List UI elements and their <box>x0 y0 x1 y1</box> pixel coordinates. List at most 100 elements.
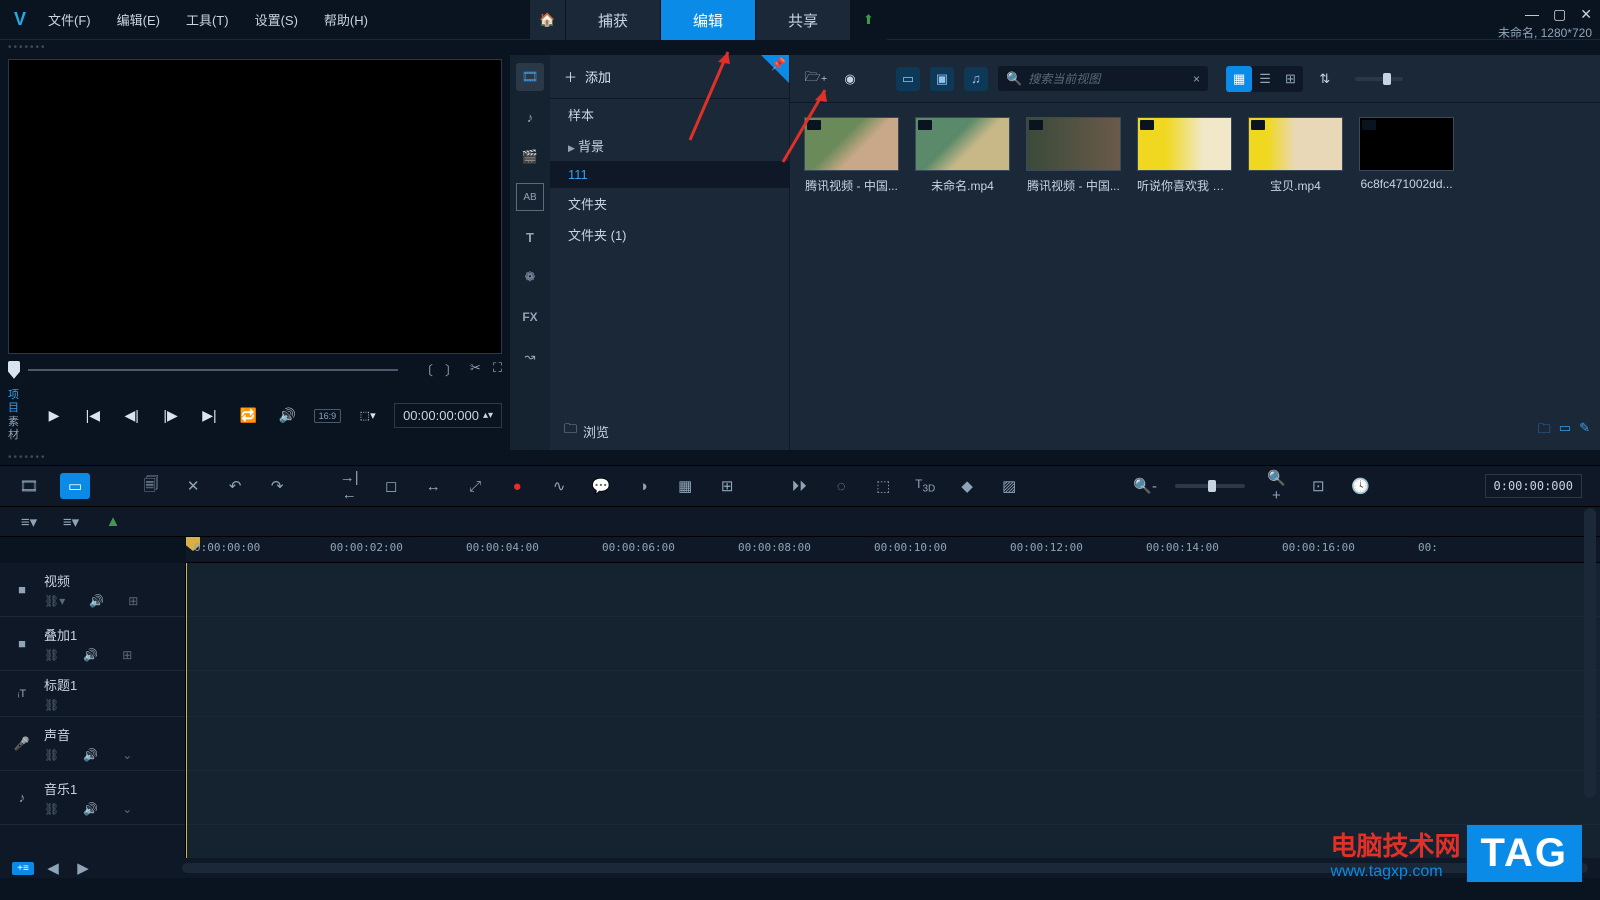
expand-icon[interactable]: ⌄ <box>122 802 132 816</box>
lib-edit-icon[interactable]: ✎ <box>1579 420 1590 442</box>
overlay-button[interactable]: ◑ <box>632 478 654 495</box>
tree-sample[interactable]: 样本 <box>550 99 789 130</box>
link-icon[interactable]: ⛓ <box>44 648 59 662</box>
menu-settings[interactable]: 设置(S) <box>245 6 308 33</box>
zoom-slider[interactable] <box>1175 484 1245 488</box>
overlay-track-icon[interactable]: ■ <box>10 636 34 651</box>
menu-tools[interactable]: 工具(T) <box>176 6 239 33</box>
loop-button[interactable]: 🔁 <box>236 402 261 430</box>
scroll-left-button[interactable]: ◀ <box>42 859 64 877</box>
view-thumb-button[interactable]: ▦ <box>1226 66 1252 92</box>
tree-folder[interactable]: 文件夹 <box>550 188 789 219</box>
add-media-button[interactable]: ＋添加 <box>550 55 789 99</box>
home-tab[interactable]: 🏠 <box>530 0 566 40</box>
track-opt3[interactable]: ▲ <box>102 513 124 530</box>
speed-button[interactable]: ⏵⏵ <box>788 478 810 495</box>
play-button[interactable]: ▶ <box>42 402 67 430</box>
add-track-button[interactable]: +≡ <box>12 862 34 875</box>
transition-panel-button[interactable]: 🎬 <box>516 143 544 171</box>
mask-button[interactable]: ◆ <box>956 477 978 495</box>
close-button[interactable]: ✕ <box>1578 4 1594 25</box>
goto-start-button[interactable]: |◀ <box>80 402 105 430</box>
goto-end-button[interactable]: ▶| <box>197 402 222 430</box>
link-icon[interactable]: ⛓▾ <box>44 594 65 608</box>
scrub-track[interactable] <box>28 369 398 371</box>
lock-icon[interactable]: ⊞ <box>128 594 138 608</box>
thumb-size-slider[interactable] <box>1355 77 1403 81</box>
copy-attr-button[interactable]: 🗐 <box>140 474 162 499</box>
subtitle-button[interactable]: 💬 <box>590 477 612 495</box>
lib-folder-icon[interactable]: 🗀 <box>1538 420 1551 442</box>
mute-icon[interactable]: 🔊 <box>89 594 104 608</box>
color-button[interactable]: ▨ <box>998 477 1020 495</box>
link-icon[interactable]: ⛓ <box>44 802 59 816</box>
storyboard-view-button[interactable]: 🎞 <box>18 477 40 495</box>
undo-button[interactable]: ↶ <box>224 477 246 495</box>
fx-panel-button[interactable]: FX <box>516 303 544 331</box>
media-item[interactable]: 腾讯视频 - 中国... <box>804 117 899 194</box>
scroll-right-button[interactable]: ▶ <box>72 859 94 877</box>
scrub-marker[interactable] <box>8 361 20 379</box>
3d-title-button[interactable]: T3D <box>914 477 936 494</box>
timeline-view-button[interactable]: ▭ <box>60 473 90 499</box>
filter-audio-button[interactable]: ♫ <box>964 67 988 91</box>
volume-button[interactable]: 🔊 <box>275 402 300 430</box>
track-video[interactable]: ■ 视频⛓▾🔊⊞ <box>0 563 185 617</box>
tree-folder-1[interactable]: 文件夹 (1) <box>550 219 789 250</box>
link-icon[interactable]: ⛓ <box>44 748 59 762</box>
resize-button[interactable]: ⤢ <box>464 478 486 495</box>
timeline-ruler[interactable]: 0:00:00:00 00:00:02:00 00:00:04:00 00:00… <box>186 537 1600 563</box>
capture-snapshot-button[interactable]: ◉ <box>838 67 862 91</box>
prev-frame-button[interactable]: ◀| <box>119 402 144 430</box>
fit-clip-button[interactable]: →|← <box>338 469 360 503</box>
drag-handle-mid[interactable]: ••••••• <box>0 450 1600 465</box>
media-item[interactable]: 未命名.mp4 <box>915 117 1010 194</box>
media-item[interactable]: 6c8fc471002dd... <box>1359 117 1454 194</box>
view-list-button[interactable]: ☰ <box>1252 66 1278 92</box>
filter-video-button[interactable]: ▭ <box>896 67 920 91</box>
tree-background[interactable]: ▶背景 <box>550 130 789 161</box>
search-input[interactable]: 🔍 搜索当前视图 × <box>998 66 1208 91</box>
resize-preview-icon[interactable]: ⬚▾ <box>355 402 380 430</box>
track-opt1[interactable]: ≡▾ <box>18 513 40 531</box>
audio-panel-button[interactable]: ♪ <box>516 103 544 131</box>
mark-in-icon[interactable]: 〔 <box>420 360 433 379</box>
drag-handle[interactable]: ••••••• <box>0 40 1600 55</box>
text-panel-button[interactable]: T <box>516 223 544 251</box>
media-item[interactable]: 听说你喜欢我 第... <box>1137 117 1232 194</box>
maximize-button[interactable]: ▢ <box>1551 4 1568 25</box>
audio-mix-button[interactable]: ∿ <box>548 477 570 495</box>
split-icon[interactable]: ✂ <box>470 360 481 379</box>
mute-icon[interactable]: 🔊 <box>83 802 98 816</box>
redo-button[interactable]: ↷ <box>266 477 288 495</box>
fit-timeline-button[interactable]: ⊡ <box>1307 477 1329 495</box>
menu-file[interactable]: 文件(F) <box>38 6 101 33</box>
track-title[interactable]: ᵢT 标题1⛓ <box>0 671 185 717</box>
track-voice[interactable]: 🎤 声音⛓🔊⌄ <box>0 717 185 771</box>
upload-icon[interactable]: ⬆ <box>851 0 887 40</box>
preview-timecode[interactable]: 00:00:00:000▴▾ <box>394 403 502 428</box>
stabilize-button[interactable]: ⬚ <box>872 477 894 495</box>
media-item[interactable]: 宝贝.mp4 <box>1248 117 1343 194</box>
path-panel-button[interactable]: ↝ <box>516 343 544 371</box>
multi-view-button[interactable]: ⊞ <box>716 477 738 495</box>
timeline-body[interactable] <box>186 563 1600 858</box>
lock-icon[interactable]: ⊞ <box>122 648 132 662</box>
clock-icon[interactable]: 🕓 <box>1349 477 1371 495</box>
pin-icon[interactable]: 📌 <box>771 57 786 71</box>
title-track-icon[interactable]: ᵢT <box>10 688 34 700</box>
video-track-icon[interactable]: ■ <box>10 582 34 597</box>
track-music[interactable]: ♪ 音乐1⛓🔊⌄ <box>0 771 185 825</box>
mark-out-icon[interactable]: 〕 <box>445 360 458 379</box>
tracking-button[interactable]: ◌ <box>830 478 852 495</box>
graphic-panel-button[interactable]: ❁ <box>516 263 544 291</box>
mute-icon[interactable]: 🔊 <box>83 748 98 762</box>
link-icon[interactable]: ⛓ <box>44 698 59 712</box>
title-panel-button[interactable]: AB <box>516 183 544 211</box>
timeline-timecode[interactable]: 0:00:00:000 <box>1485 474 1582 498</box>
media-item[interactable]: 腾讯视频 - 中国... <box>1026 117 1121 194</box>
tab-share[interactable]: 共享 <box>756 0 851 40</box>
preview-screen[interactable] <box>8 59 502 354</box>
menu-edit[interactable]: 编辑(E) <box>107 6 170 33</box>
next-frame-button[interactable]: |▶ <box>158 402 183 430</box>
